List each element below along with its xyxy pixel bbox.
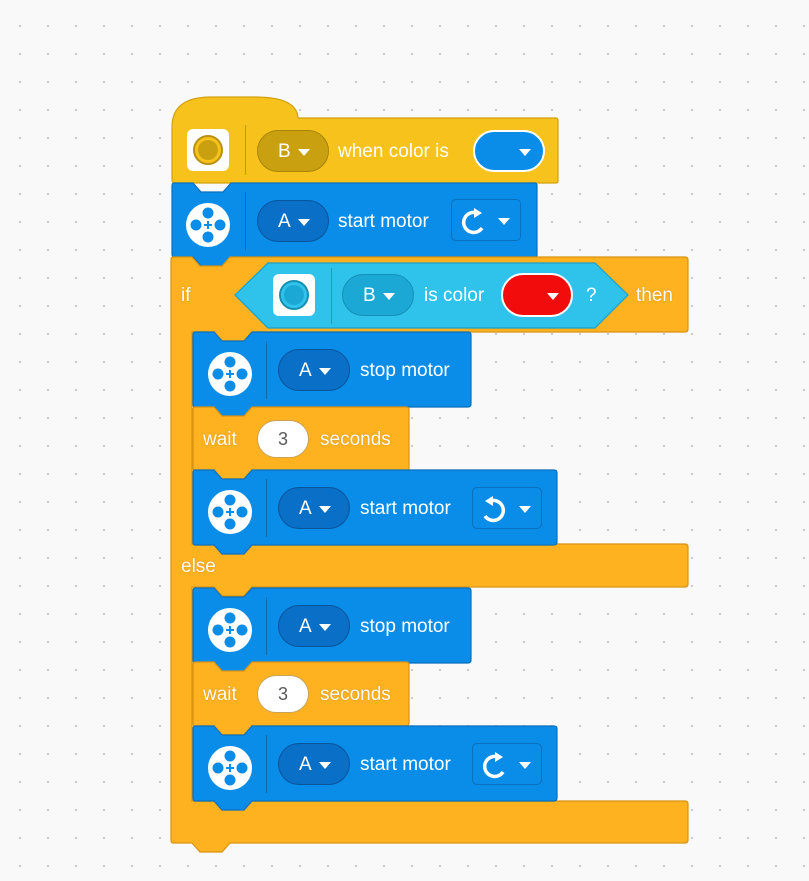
direction-dropdown[interactable] (451, 199, 521, 241)
question-mark: ? (586, 285, 597, 306)
port-label: A (299, 754, 312, 775)
motor-icon (207, 489, 253, 535)
port-dropdown[interactable]: A (278, 349, 350, 391)
motor-separator (266, 479, 267, 537)
motor-separator (266, 597, 267, 655)
start-motor-label: start motor (360, 498, 451, 519)
color-sensor-icon (272, 273, 316, 317)
chevron-down-icon (547, 293, 559, 300)
port-dropdown[interactable]: B (342, 274, 414, 316)
is-color-label: is color (424, 285, 485, 306)
seconds-label: seconds (320, 684, 391, 705)
chevron-down-icon (519, 149, 531, 156)
port-dropdown[interactable]: A (278, 605, 350, 647)
port-label: A (278, 211, 291, 232)
chevron-down-icon (298, 149, 310, 156)
color-sensor-icon (186, 128, 230, 172)
port-label: A (299, 360, 312, 381)
then-label: then (636, 285, 673, 306)
chevron-down-icon (319, 624, 331, 631)
chevron-down-icon (519, 506, 531, 513)
hat-separator (245, 125, 246, 175)
motor-separator (266, 341, 267, 399)
rotate-counterclockwise-icon (483, 496, 506, 523)
chevron-down-icon (319, 762, 331, 769)
motor-separator (266, 735, 267, 793)
wait-seconds-input[interactable]: 3 (257, 420, 309, 458)
chevron-down-icon (319, 506, 331, 513)
direction-dropdown[interactable] (472, 487, 542, 529)
wait-label: wait (203, 684, 237, 705)
chevron-down-icon (319, 368, 331, 375)
motor-icon (185, 202, 231, 248)
rotate-clockwise-icon (461, 208, 484, 235)
stop-motor-label: stop motor (360, 616, 450, 637)
color-picker-blue[interactable] (473, 130, 545, 172)
chevron-down-icon (298, 219, 310, 226)
condition-separator (331, 268, 332, 324)
port-label: B (363, 285, 376, 306)
else-label: else (181, 556, 216, 577)
stop-motor-label: stop motor (360, 360, 450, 381)
start-motor-label: start motor (338, 211, 429, 232)
port-label: A (299, 498, 312, 519)
direction-dropdown[interactable] (472, 743, 542, 785)
start-motor-label: start motor (360, 754, 451, 775)
chevron-down-icon (519, 762, 531, 769)
color-picker-red[interactable] (501, 273, 573, 317)
if-label: if (181, 285, 191, 306)
rotate-clockwise-icon (482, 752, 505, 779)
port-label: A (299, 616, 312, 637)
port-dropdown[interactable]: B (257, 130, 329, 172)
motor-icon (207, 351, 253, 397)
port-dropdown[interactable]: A (278, 743, 350, 785)
wait-label: wait (203, 429, 237, 450)
motor-icon (207, 607, 253, 653)
port-dropdown[interactable]: A (278, 487, 350, 529)
motor-separator (245, 192, 246, 250)
chevron-down-icon (498, 218, 510, 225)
seconds-label: seconds (320, 429, 391, 450)
when-color-label: when color is (338, 141, 449, 162)
port-dropdown[interactable]: A (257, 200, 329, 242)
chevron-down-icon (383, 293, 395, 300)
motor-icon (207, 745, 253, 791)
port-label: B (278, 141, 291, 162)
wait-seconds-input[interactable]: 3 (257, 675, 309, 713)
